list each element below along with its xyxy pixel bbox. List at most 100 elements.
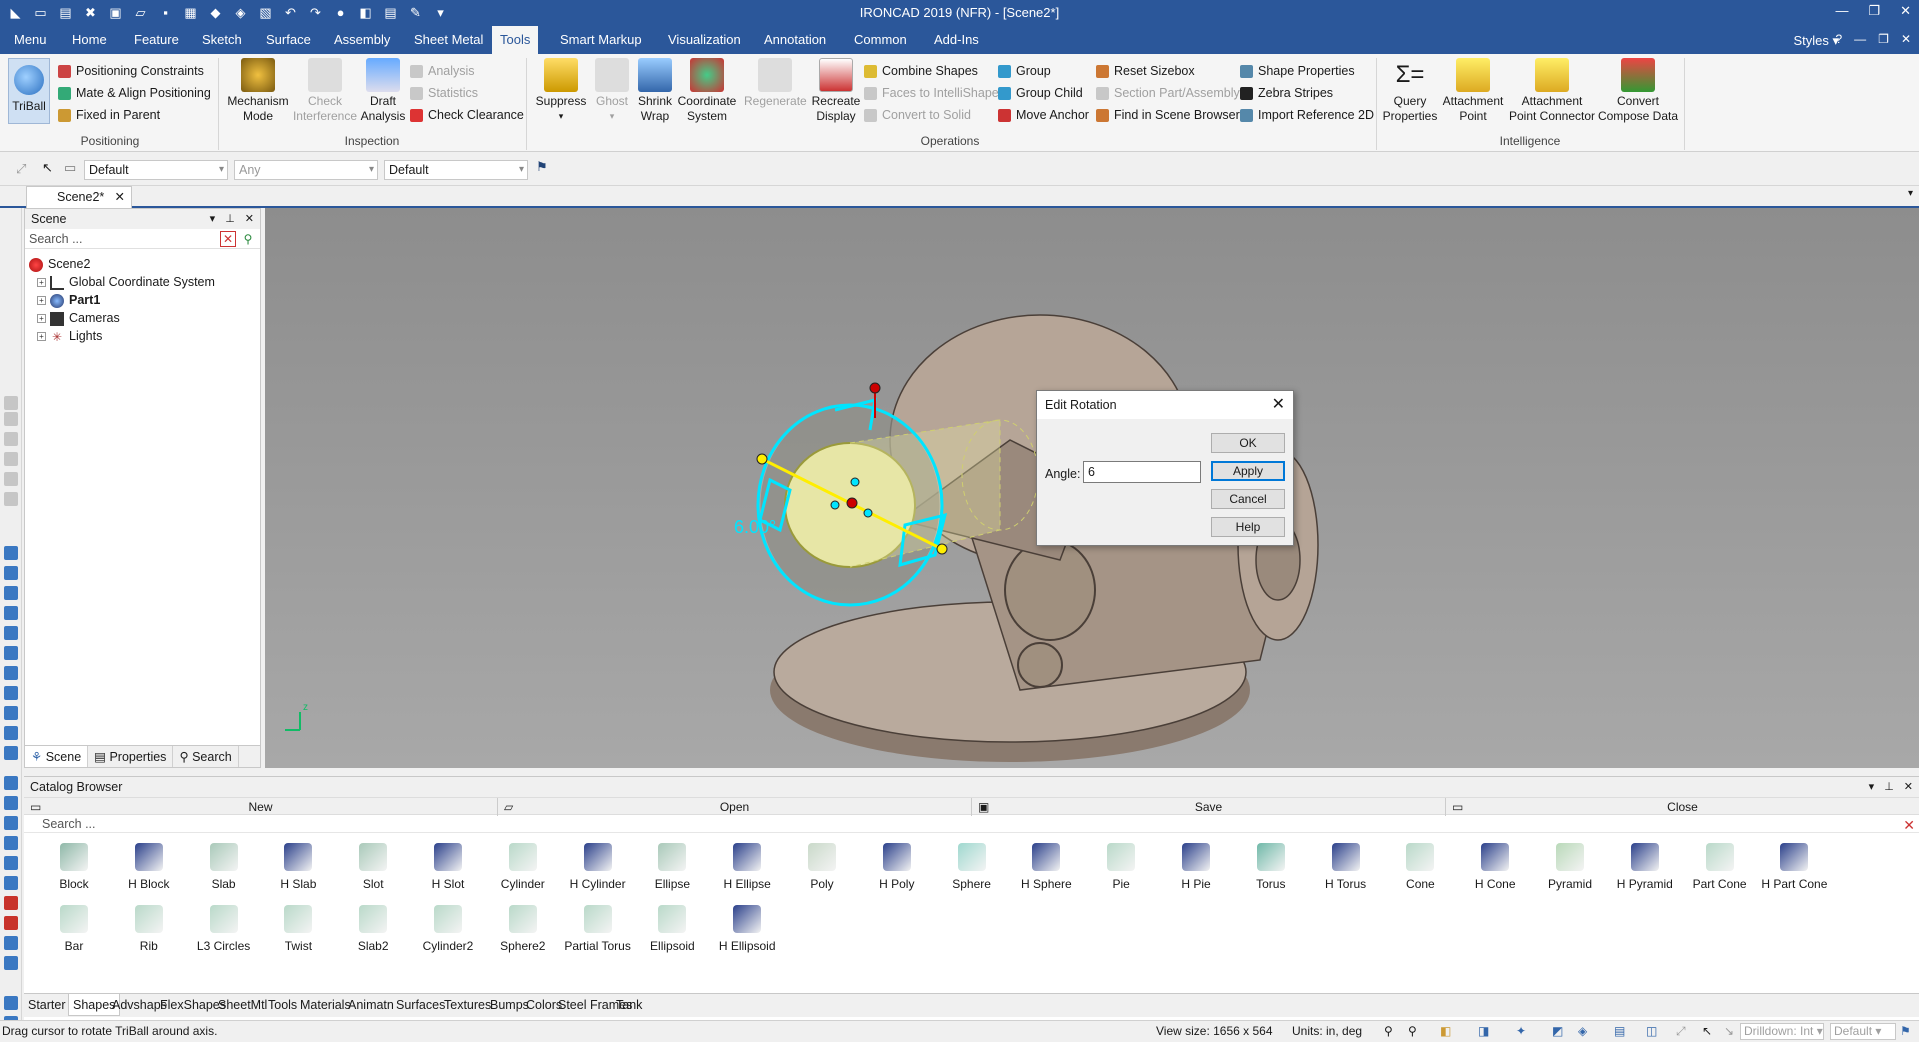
left-tool-icon[interactable] xyxy=(4,396,18,410)
left-tool-icon[interactable] xyxy=(4,646,18,660)
shape-item[interactable]: H Ellipse xyxy=(709,843,785,891)
section-icon[interactable]: ▤ xyxy=(1614,1021,1625,1041)
shape-item[interactable]: H Ellipsoid xyxy=(709,905,785,953)
select-mode-icon[interactable]: ⤢ xyxy=(16,161,26,177)
cancel-button[interactable]: Cancel xyxy=(1211,489,1285,509)
tree-item-global-coordinate-system[interactable]: + Global Coordinate System xyxy=(29,273,215,291)
regenerate-button[interactable]: Regenerate xyxy=(744,58,807,109)
pointer-icon[interactable]: ↖ xyxy=(42,160,53,176)
catalog-tab-materials[interactable]: Materials xyxy=(300,998,351,1012)
axis-endpoint-left[interactable] xyxy=(756,453,768,465)
attachment-point-button[interactable]: Attachment Point xyxy=(1440,58,1506,124)
triball-dot-3[interactable] xyxy=(863,508,873,518)
3d-viewport[interactable]: 6.00° z Edit Rotation ✕ Angle: 6 OK Appl… xyxy=(265,208,1919,768)
left-tool-icon[interactable] xyxy=(4,856,18,870)
zoom-area-icon[interactable]: ⚲ xyxy=(1408,1021,1417,1041)
ok-button[interactable]: OK xyxy=(1211,433,1285,453)
tab-surface[interactable]: Surface xyxy=(258,26,319,54)
tab-menu[interactable]: Menu xyxy=(6,26,55,54)
filter-status-icon[interactable]: ↘ xyxy=(1724,1021,1734,1041)
shape-item[interactable]: H Cylinder xyxy=(560,843,636,891)
shape-item[interactable]: Ellipse xyxy=(634,843,710,891)
shape-item[interactable]: H Cone xyxy=(1457,843,1533,891)
shape-item[interactable]: H Part Cone xyxy=(1756,843,1832,891)
catalog-tab-bumps[interactable]: Bumps xyxy=(490,998,529,1012)
check-interference-button[interactable]: Check Interference xyxy=(290,58,360,124)
zoom-icon[interactable]: ⚲ xyxy=(1384,1021,1393,1041)
faces-to-intellishape-button[interactable]: Faces to IntelliShape xyxy=(864,84,999,102)
fixed-in-parent-button[interactable]: Fixed in Parent xyxy=(58,106,160,124)
attachment-point-connector-button[interactable]: Attachment Point Connector xyxy=(1508,58,1596,124)
shape-item[interactable]: H Block xyxy=(111,843,187,891)
close-icon[interactable]: ✕ xyxy=(1900,3,1911,19)
left-tool-icon[interactable] xyxy=(4,686,18,700)
catalog-pin-icon[interactable]: ⊥ xyxy=(1884,777,1894,797)
dialog-close-icon[interactable]: ✕ xyxy=(1272,391,1285,419)
triball-dot-2[interactable] xyxy=(830,500,840,510)
help-button[interactable]: Help xyxy=(1211,517,1285,537)
shape-item[interactable]: H Pyramid xyxy=(1607,843,1683,891)
catalog-new-button[interactable]: ▭ New xyxy=(24,798,498,816)
left-tool-icon[interactable] xyxy=(4,626,18,640)
shape-item[interactable]: Rib xyxy=(111,905,187,953)
expand-icon[interactable]: + xyxy=(37,296,46,306)
tab-smart-markup[interactable]: Smart Markup xyxy=(552,26,650,54)
doc-tab-close-icon[interactable]: ✕ xyxy=(115,187,125,207)
shape-item[interactable]: Cone xyxy=(1382,843,1458,891)
catalog-tab-advshaps[interactable]: Advshaps xyxy=(112,998,167,1012)
positioning-constraints-button[interactable]: Positioning Constraints xyxy=(58,62,204,80)
catalog-search-input[interactable]: Search ... ✕ xyxy=(24,815,1919,833)
tree-item-cameras[interactable]: + Cameras xyxy=(29,309,215,327)
styles-menu[interactable]: Styles ▾ xyxy=(1793,33,1839,49)
left-tool-icon[interactable] xyxy=(4,996,18,1010)
view-orient-icon[interactable]: ◩ xyxy=(1552,1021,1563,1041)
select-filter-icon[interactable]: ▭ xyxy=(64,160,76,176)
apply-button[interactable]: Apply xyxy=(1211,461,1285,481)
tab-sketch[interactable]: Sketch xyxy=(194,26,250,54)
left-tool-icon[interactable] xyxy=(4,412,18,426)
catalog-tab-tools[interactable]: Tools xyxy=(268,998,297,1012)
coordinate-system-button[interactable]: Coordinate System xyxy=(676,58,738,124)
shape-item[interactable]: Cylinder xyxy=(485,843,561,891)
shrink-wrap-button[interactable]: Shrink Wrap xyxy=(634,58,676,124)
shape-properties-button[interactable]: Shape Properties xyxy=(1240,62,1355,80)
catalog-dropdown-icon[interactable]: ▾ xyxy=(1869,777,1875,797)
catalog-tab-animatn[interactable]: Animatn xyxy=(348,998,394,1012)
tab-assembly[interactable]: Assembly xyxy=(326,26,398,54)
combine-shapes-button[interactable]: Combine Shapes xyxy=(864,62,978,80)
catalog-tab-flexshapes[interactable]: FlexShapes xyxy=(160,998,226,1012)
group-button[interactable]: Group xyxy=(998,62,1051,80)
analysis-button[interactable]: Analysis xyxy=(410,62,475,80)
catalog-close-button[interactable]: ▭ Close xyxy=(1446,798,1919,816)
hierarchy-status-icon[interactable]: ⚑ xyxy=(1900,1021,1911,1041)
tab-add-ins[interactable]: Add-Ins xyxy=(926,26,987,54)
default-combo[interactable]: Default ▾ xyxy=(1830,1023,1896,1040)
angle-input[interactable]: 6 xyxy=(1083,461,1201,483)
catalog-tab-starter[interactable]: Starter xyxy=(28,998,66,1012)
left-tool-icon[interactable] xyxy=(4,492,18,506)
restore-icon[interactable]: ❐ xyxy=(1868,3,1880,19)
expand-icon[interactable]: + xyxy=(37,332,46,342)
left-tool-icon[interactable] xyxy=(4,836,18,850)
find-in-scene-browser-button[interactable]: Find in Scene Browser xyxy=(1096,106,1240,124)
axis-endpoint-right[interactable] xyxy=(936,543,948,555)
draft-analysis-button[interactable]: Draft Analysis xyxy=(356,58,410,124)
tab-scene[interactable]: ⚘ Scene xyxy=(25,746,89,767)
left-tool-icon[interactable] xyxy=(4,796,18,810)
ghost-button[interactable]: Ghost ▾ xyxy=(588,58,636,124)
check-clearance-button[interactable]: Check Clearance xyxy=(410,106,524,124)
tree-item-scene2[interactable]: Scene2 xyxy=(29,255,215,273)
section-part-button[interactable]: Section Part/Assembly xyxy=(1096,84,1240,102)
select-combo-3[interactable]: Default ▾ xyxy=(384,160,528,180)
select-combo-1[interactable]: Default ▾ xyxy=(84,160,228,180)
tree-item-lights[interactable]: + ✳ Lights xyxy=(29,327,215,345)
view-cube-icon[interactable]: ◧ xyxy=(1440,1021,1451,1041)
shape-item[interactable]: Slab xyxy=(186,843,262,891)
ribbon-close-icon[interactable]: ✕ xyxy=(1901,32,1911,46)
render-mode-icon[interactable]: ◨ xyxy=(1478,1021,1489,1041)
doc-tabs-dropdown-icon[interactable]: ▾ xyxy=(1908,188,1913,199)
left-tool-icon[interactable] xyxy=(4,452,18,466)
zebra-stripes-button[interactable]: Zebra Stripes xyxy=(1240,84,1333,102)
shape-item[interactable]: H Slab xyxy=(260,843,336,891)
search-filter-icon[interactable]: ⚲ xyxy=(240,231,256,247)
